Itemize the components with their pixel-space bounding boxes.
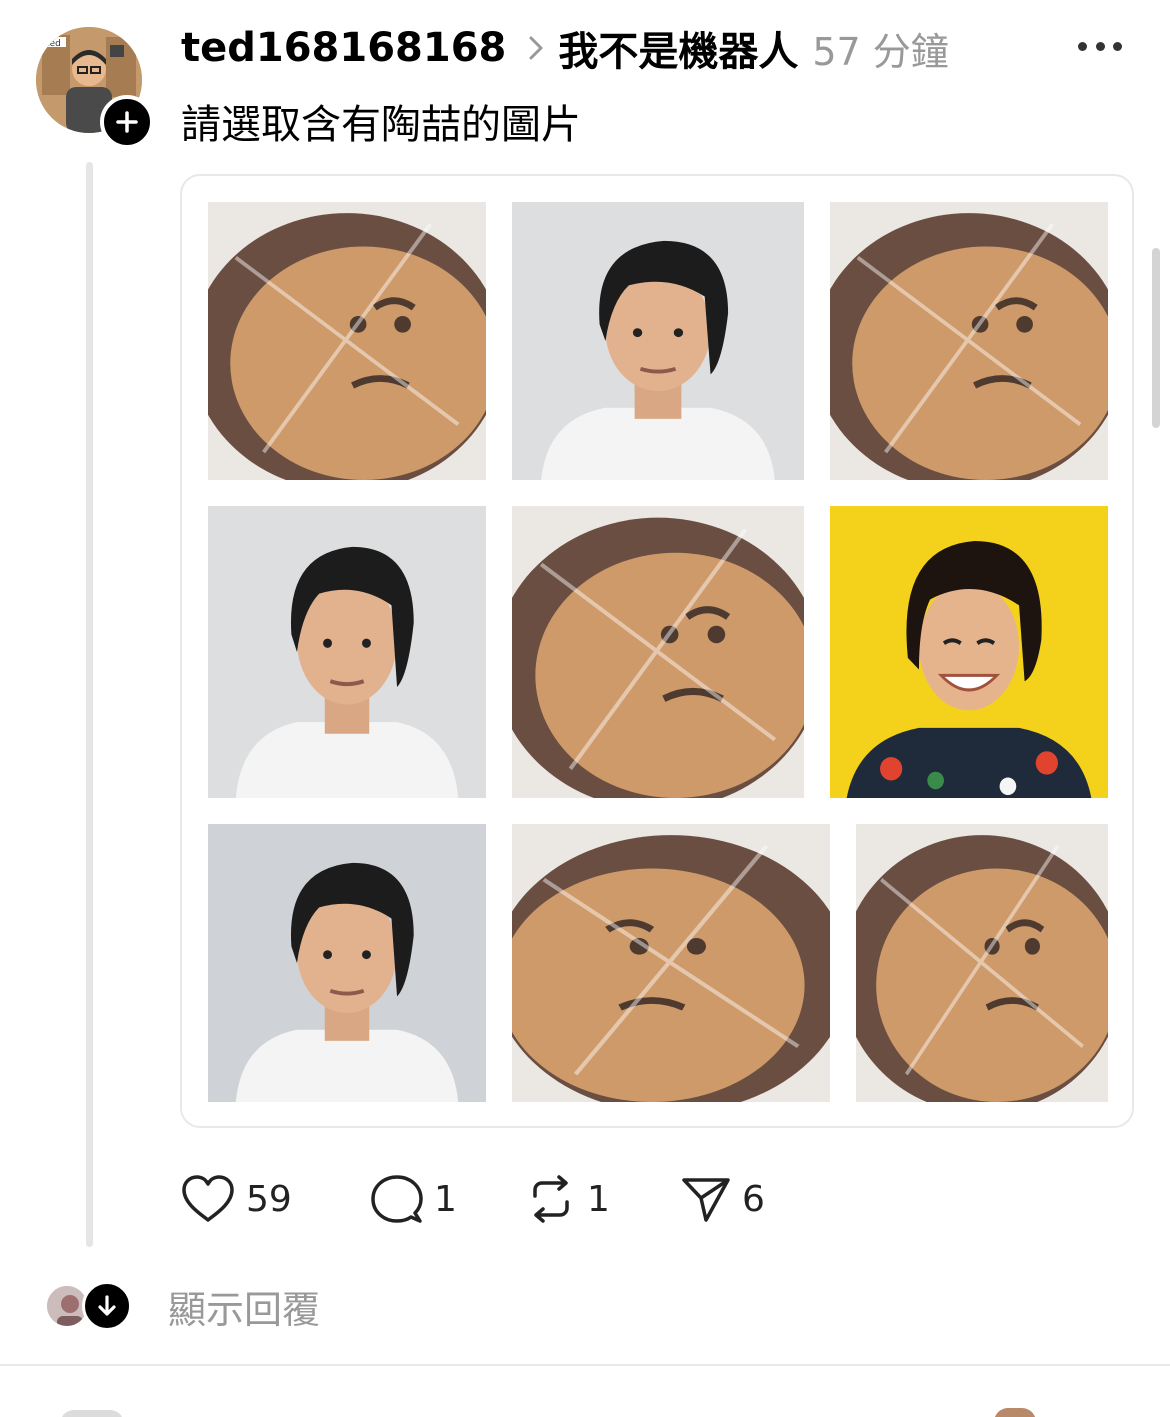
show-replies-row[interactable]: 顯示回覆 (44, 1280, 320, 1332)
author-avatar-group[interactable]: ted (36, 27, 154, 149)
thread-line (86, 162, 93, 1247)
svg-text:ted: ted (46, 39, 61, 49)
repost-count: 1 (587, 1178, 610, 1220)
grid-tile-8-cookie (512, 824, 830, 1102)
comment-count: 1 (434, 1178, 457, 1220)
like-button[interactable]: 59 (180, 1172, 370, 1226)
follow-button[interactable] (100, 95, 154, 149)
like-count: 59 (246, 1178, 292, 1220)
grid-tile-5-cookie (512, 506, 804, 798)
plus-icon (116, 111, 138, 133)
grid-tile-6-person-smiling (830, 506, 1108, 798)
post-header: ted168168168 我不是機器人 57 分鐘 (181, 19, 949, 77)
send-icon (682, 1178, 730, 1222)
grid-tile-4-person (208, 506, 486, 798)
repost-button[interactable]: 1 (525, 1172, 680, 1226)
chevron-right-icon (520, 28, 552, 68)
more-icon[interactable] (1078, 36, 1122, 56)
username-link[interactable]: ted168168168 (181, 25, 506, 71)
action-bar: 59 1 1 6 (180, 1172, 800, 1226)
expand-replies-button[interactable] (82, 1281, 132, 1331)
post-timestamp: 57 分鐘 (812, 29, 949, 74)
repost-icon (533, 1175, 569, 1223)
show-replies-label[interactable]: 顯示回覆 (168, 1279, 320, 1334)
heart-icon (182, 1175, 234, 1222)
next-post-avatar (60, 1410, 124, 1417)
grid-tile-7-person (208, 824, 486, 1102)
topic-tag-link[interactable]: 我不是機器人 (558, 19, 798, 77)
grid-tile-3-cookie (830, 202, 1108, 480)
post-text: 請選取含有陶喆的圖片 (181, 102, 581, 148)
share-count: 6 (742, 1178, 765, 1220)
scrollbar[interactable] (1152, 248, 1160, 428)
grid-tile-1-cookie (208, 202, 486, 480)
next-post-thumbnail (994, 1408, 1036, 1417)
share-button[interactable]: 6 (680, 1172, 800, 1226)
post-image[interactable] (180, 174, 1134, 1128)
arrow-down-icon (98, 1295, 116, 1316)
post-divider (0, 1364, 1170, 1366)
comment-button[interactable]: 1 (370, 1172, 525, 1226)
grid-tile-2-person (512, 202, 804, 480)
grid-tile-9-cookie (856, 824, 1108, 1102)
comment-icon (371, 1175, 423, 1223)
